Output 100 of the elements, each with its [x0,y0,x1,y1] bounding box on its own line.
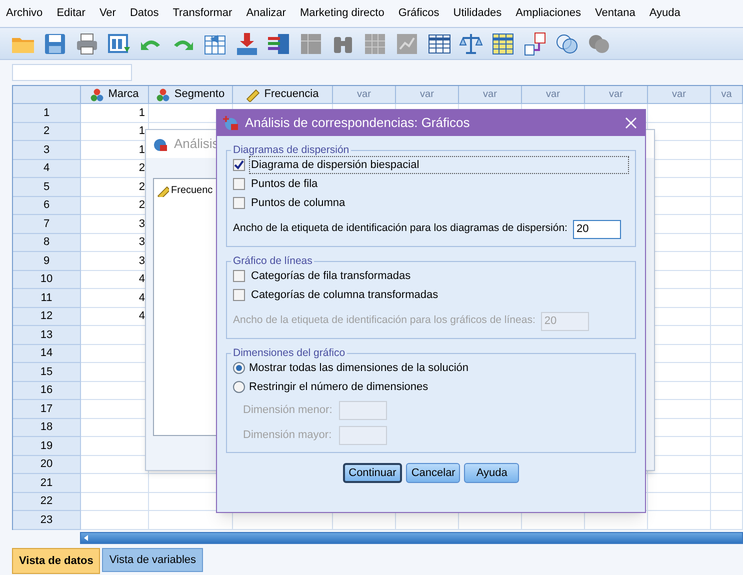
group-title: Diagramas de dispersión [232,144,350,157]
column-header[interactable]: Marca [81,86,149,104]
close-icon[interactable] [625,117,637,129]
table-cell [711,492,743,511]
table-cell [711,270,743,289]
checkbox[interactable] [233,270,245,282]
menu-item[interactable]: Ampliaciones [516,8,582,19]
table-cell [81,492,149,511]
row-header[interactable]: 22 [13,492,81,511]
row-header[interactable]: 17 [13,400,81,418]
checkbox[interactable] [233,178,245,190]
menu-item[interactable]: Gráficos [398,8,440,19]
menu-item[interactable]: Marketing directo [300,8,384,19]
row-header[interactable]: 12 [13,308,81,326]
column-label: var [357,88,371,102]
table-cell: 1 [81,104,149,122]
menu-item[interactable]: Utilidades [453,8,502,19]
field-label: Dimensión mayor: [243,428,333,443]
menu-item[interactable]: Editar [56,8,86,19]
check-icon [234,160,244,170]
row-header[interactable]: 11 [13,289,81,308]
row-header[interactable]: 6 [13,196,81,215]
checkbox-label[interactable]: Diagrama de dispersión biespacial [249,156,629,174]
menu-item[interactable]: Ayuda [649,8,680,19]
row-header[interactable]: 5 [13,178,81,196]
row-header[interactable]: 7 [13,215,81,234]
table-cell [711,437,743,456]
dialog-button[interactable]: Cancelar [406,463,460,483]
radio-button[interactable] [233,381,245,393]
row-header[interactable]: 18 [13,418,81,437]
row-header[interactable]: 13 [13,326,81,344]
row-header[interactable]: 19 [13,437,81,456]
print-icon[interactable] [74,30,100,56]
checkbox-label[interactable]: Categorías de fila transformadas [249,266,413,286]
ruler-icon [157,184,169,196]
table-cell [711,141,743,160]
menu-item[interactable]: Datos [130,8,159,19]
table-cell [711,196,743,215]
row-header[interactable]: 1 [13,104,81,122]
table-cell [711,382,743,400]
ruler-icon [246,88,260,102]
row-header[interactable]: 14 [13,344,81,363]
row-header[interactable]: 16 [13,382,81,400]
menu-item[interactable]: Ver [99,8,116,19]
table-cell [711,363,743,382]
radio-label[interactable]: Restringir el número de dimensiones [249,378,428,396]
field-label: Ancho de la etiqueta de identificación para los diagramas de dispersión: [233,221,568,236]
column-label: Marca [108,87,139,102]
radio-label[interactable]: Mostrar todas las dimensiones de la solución [249,360,469,376]
table-cell [711,289,743,308]
number-field[interactable]: 20 [573,220,622,238]
view-tab[interactable]: Vista de datos [12,548,100,574]
table-cell [711,308,743,326]
menu-item[interactable]: Transformar [172,8,232,19]
row-header[interactable]: 20 [13,456,81,474]
column-label: Segmento [174,87,225,102]
table-cell [711,511,743,530]
dialog-button[interactable]: Ayuda [464,463,520,483]
row-header[interactable]: 4 [13,160,81,178]
menu-item[interactable]: Archivo [6,8,43,19]
table-cell [711,326,743,344]
row-header[interactable]: 8 [13,234,81,252]
table-cell [711,252,743,270]
insert-case-icon[interactable] [234,30,260,56]
table-cell [711,418,743,437]
row-header[interactable]: 10 [13,270,81,289]
row-header[interactable]: 3 [13,141,81,160]
column-header[interactable]: Segmento [149,86,233,104]
row-header[interactable]: 21 [13,474,81,492]
checkbox[interactable] [233,197,245,209]
table-cell [711,122,743,141]
checkbox[interactable] [233,159,245,171]
checkbox[interactable] [233,289,245,301]
radio-button[interactable] [233,362,245,374]
number-field[interactable] [339,400,387,420]
table-cell [711,104,743,122]
table-cell [648,474,711,492]
table-cell [81,511,149,530]
number-field[interactable] [339,426,387,444]
dialog-button[interactable]: Continuar [342,463,402,483]
table-grid-icon[interactable] [490,30,516,56]
row-header[interactable]: 2 [13,122,81,141]
corner-cell [13,86,81,104]
row-header[interactable]: 9 [13,252,81,270]
table-cell [711,215,743,234]
column-header[interactable]: Frecuencia [233,86,333,104]
table-cell [648,511,711,530]
list-item[interactable]: Frecuenc [171,183,213,198]
horizontal-scrollbar[interactable] [80,532,743,544]
checkbox-label[interactable]: Categorías de columna transformadas [249,286,440,304]
menu-item[interactable]: Ventana [595,8,636,19]
table-cell [648,104,711,122]
value-labels-icon[interactable] [522,30,548,56]
cell-editor-field[interactable] [12,64,132,80]
checkbox-label[interactable]: Puntos de fila [249,174,320,194]
row-header[interactable]: 23 [13,511,81,530]
checkbox-label[interactable]: Puntos de columna [249,194,348,212]
row-header[interactable]: 15 [13,363,81,382]
menu-item[interactable]: Analizar [246,8,286,19]
view-tab[interactable]: Vista de variables [102,548,204,572]
